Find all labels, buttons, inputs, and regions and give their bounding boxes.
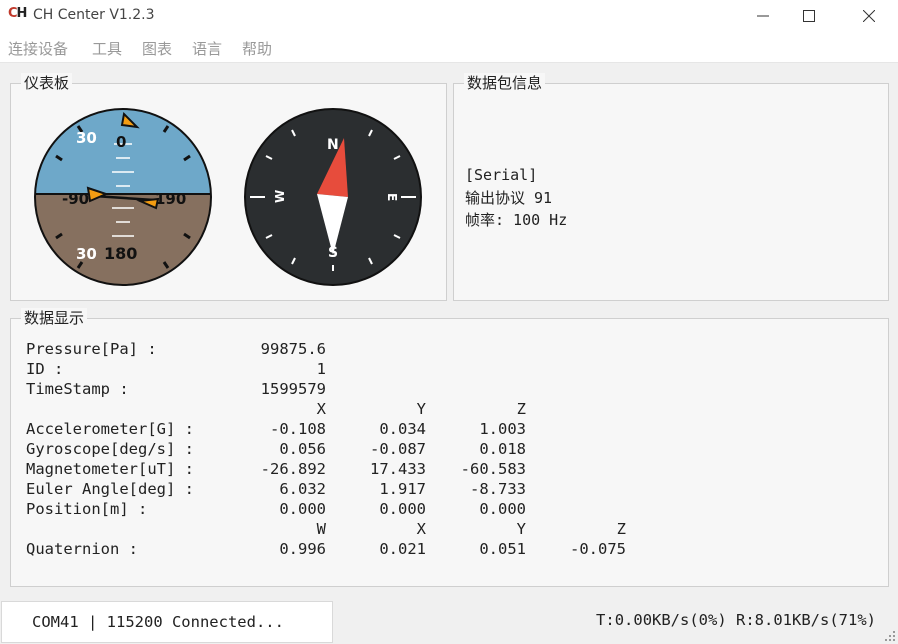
menu-connect-device[interactable]: 连接设备 [8,38,68,59]
column-header-qz: Z [616,520,626,538]
quaternion-label: Quaternion : [26,540,138,558]
throughput-status: T:0.00KB/s(0%) R:8.01KB/s(71%) [596,611,876,629]
cell-value: -0.087 [370,440,426,458]
close-icon [863,10,875,22]
packet-info-title: 数据包信息 [464,73,546,93]
compass-label-n: N [327,137,339,153]
cell-value: 0.000 [479,500,526,518]
pressure-label: Pressure[Pa] : [26,340,157,358]
timestamp-label: TimeStamp : [26,380,129,398]
cell-value: 0.018 [479,440,526,458]
roll-label-minus-90: -90 [62,190,89,208]
roll-label-0: 0 [116,133,126,151]
pitch-label-30-top: 30 [76,129,97,147]
cell-value: 0.034 [379,420,426,438]
minimize-icon [757,15,769,17]
menu-charts[interactable]: 图表 [142,38,172,59]
cell-value: 1.003 [479,420,526,438]
maximize-button[interactable] [786,0,832,32]
menu-language[interactable]: 语言 [192,38,222,59]
pressure-value: 99875.6 [260,340,326,358]
status-bar: COM41 | 115200 Connected... T:0.00KB/s(0… [0,600,898,644]
row-label: Position[m] : [26,500,148,518]
connection-status: COM41 | 115200 Connected... [32,613,284,631]
column-header-qx: X [416,520,426,538]
minimize-button[interactable] [740,0,786,32]
column-header-w: W [316,520,326,538]
column-header-x: X [316,400,326,418]
menu-tools[interactable]: 工具 [92,38,122,59]
cell-value: -60.583 [460,460,526,478]
roll-label-180: 180 [104,244,137,263]
close-button[interactable] [846,0,892,32]
resize-grip-icon[interactable] [884,630,896,642]
cell-value: 1.917 [379,480,426,498]
compass-label-e: E [385,193,399,201]
cell-value: -0.108 [270,420,326,438]
row-label: Accelerometer[G] : [26,420,194,438]
cell-value: 0.000 [279,500,326,518]
cell-value: -0.075 [570,540,626,558]
column-header-z: Z [516,400,526,418]
compass-label-w: W [273,190,287,203]
roll-label-190: 190 [155,190,186,208]
column-header-qy: Y [516,520,526,538]
title-bar: CH CH Center V1.2.3 [0,0,898,32]
column-header-y: Y [416,400,426,418]
instrument-panel-title: 仪表板 [21,73,73,93]
data-display-title: 数据显示 [21,308,88,328]
connection-status-box: COM41 | 115200 Connected... [1,601,333,643]
menu-bar: 连接设备 工具 图表 语言 帮助 [0,32,898,63]
cell-value: -8.733 [470,480,526,498]
id-label: ID : [26,360,64,378]
cell-value: 0.021 [379,540,426,558]
cell-value: 17.433 [370,460,426,478]
cell-value: -26.892 [260,460,326,478]
pitch-label-30-bottom: 30 [76,245,97,263]
timestamp-value: 1599579 [260,380,326,398]
packet-info-line: [Serial] [465,166,538,184]
packet-info-line: 帧率: 100 Hz [465,211,568,229]
id-value: 1 [316,360,326,378]
cell-value: 0.051 [479,540,526,558]
compass: N E S W [244,108,422,286]
row-label: Magnetometer[uT] : [26,460,194,478]
app-logo: CH [8,6,27,21]
packet-info-line: 输出协议 91 [465,189,553,207]
cell-value: 0.056 [279,440,326,458]
row-label: Euler Angle[deg] : [26,480,194,498]
row-label: Gyroscope[deg/s] : [26,440,194,458]
cell-value: 6.032 [279,480,326,498]
compass-label-s: S [328,245,338,261]
menu-help[interactable]: 帮助 [242,38,272,59]
attitude-indicator: 30 0 -90 190 30 180 [34,108,212,286]
maximize-icon [803,10,815,22]
cell-value: 0.000 [379,500,426,518]
cell-value: 0.996 [279,540,326,558]
window-title: CH Center V1.2.3 [33,7,155,23]
